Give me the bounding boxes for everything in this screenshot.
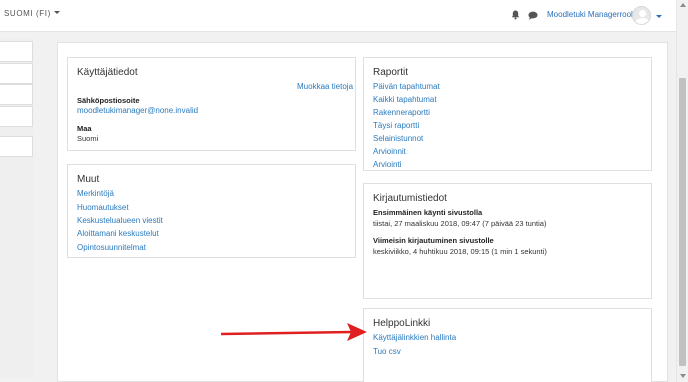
email-label: Sähköpostiosoite [77,96,140,105]
easylink-card: HelppoLinkki Käyttäjälinkkien hallinta T… [363,308,652,382]
first-access-label: Ensimmäinen käynti sivustolla [373,208,483,217]
scroll-thumb[interactable] [679,78,686,366]
edit-profile-link[interactable]: Muokkaa tietoja [297,82,353,91]
first-access-value: tiistai, 27 maaliskuu 2018, 09:47 (7 päi… [373,219,547,228]
country-label: Maa [77,124,92,133]
avatar[interactable] [632,6,651,25]
avatar-body [635,18,650,24]
user-menu-chevron-icon[interactable] [656,15,662,18]
vertical-scrollbar[interactable] [676,0,688,382]
chat-icon[interactable] [528,11,538,20]
last-access-value: keskiviikko, 4 huhtikuu 2018, 09:15 (1 m… [373,247,547,256]
sidebar-item[interactable] [0,63,33,84]
easylink-title: HelppoLinkki [373,318,431,329]
login-activity-title: Kirjautumistiedot [373,193,447,204]
email-link[interactable]: moodletukimanager@none.invalid [77,106,198,115]
misc-card: Muut Merkintöjä Huomautukset Keskustelua… [67,164,356,258]
red-arrow-icon [221,323,367,341]
language-menu[interactable]: SUOMI (FI) [4,9,60,18]
misc-link-notes[interactable]: Huomautukset [77,203,129,212]
user-details-card: Käyttäjätiedot Muokkaa tietoja Sähköpost… [67,57,356,151]
misc-link-learning-plans[interactable]: Opintosuunnitelmat [77,243,146,252]
top-navbar: SUOMI (FI) Moodletuki Managerrooli [0,0,676,32]
report-link-complete[interactable]: Täysi raportti [373,121,419,130]
avatar-head [639,10,646,17]
sidebar-item[interactable] [0,136,33,157]
sidebar-item[interactable] [0,106,33,127]
language-label: SUOMI (FI) [4,9,51,18]
report-link-today[interactable]: Päivän tapahtumat [373,82,440,91]
bell-icon[interactable] [511,10,520,20]
scroll-down-icon[interactable] [680,374,686,378]
misc-link-forum-posts[interactable]: Keskustelualueen viestit [77,216,163,225]
report-link-outline[interactable]: Rakenneraportti [373,108,430,117]
reports-title: Raportit [373,67,409,78]
sidebar-item[interactable] [0,41,33,62]
user-name[interactable]: Moodletuki Managerrooli [547,10,635,19]
login-activity-card: Kirjautumistiedot Ensimmäinen käynti siv… [363,183,652,299]
easylink-link-import-csv[interactable]: Tuo csv [373,347,401,356]
user-details-title: Käyttäjätiedot [77,67,138,78]
report-link-all[interactable]: Kaikki tapahtumat [373,95,437,104]
report-link-grades[interactable]: Arvioinnit [373,147,406,156]
misc-title: Muut [77,174,100,185]
misc-link-discussions[interactable]: Aloittamani keskustelut [77,229,159,238]
reports-card: Raportit Päivän tapahtumat Kaikki tapaht… [363,57,652,171]
chevron-down-icon [53,11,60,14]
sidebar-item[interactable] [0,84,33,105]
country-value: Suomi [77,134,99,143]
last-access-label: Viimeisin kirjautuminen sivustolle [373,236,494,245]
scroll-up-icon[interactable] [680,3,686,7]
report-link-grade[interactable]: Arviointi [373,160,401,169]
report-link-browser-sessions[interactable]: Selainistunnot [373,134,423,143]
left-sidebar [0,38,33,378]
misc-link-posts[interactable]: Merkintöjä [77,189,114,198]
easylink-link-manage[interactable]: Käyttäjälinkkien hallinta [373,333,456,342]
